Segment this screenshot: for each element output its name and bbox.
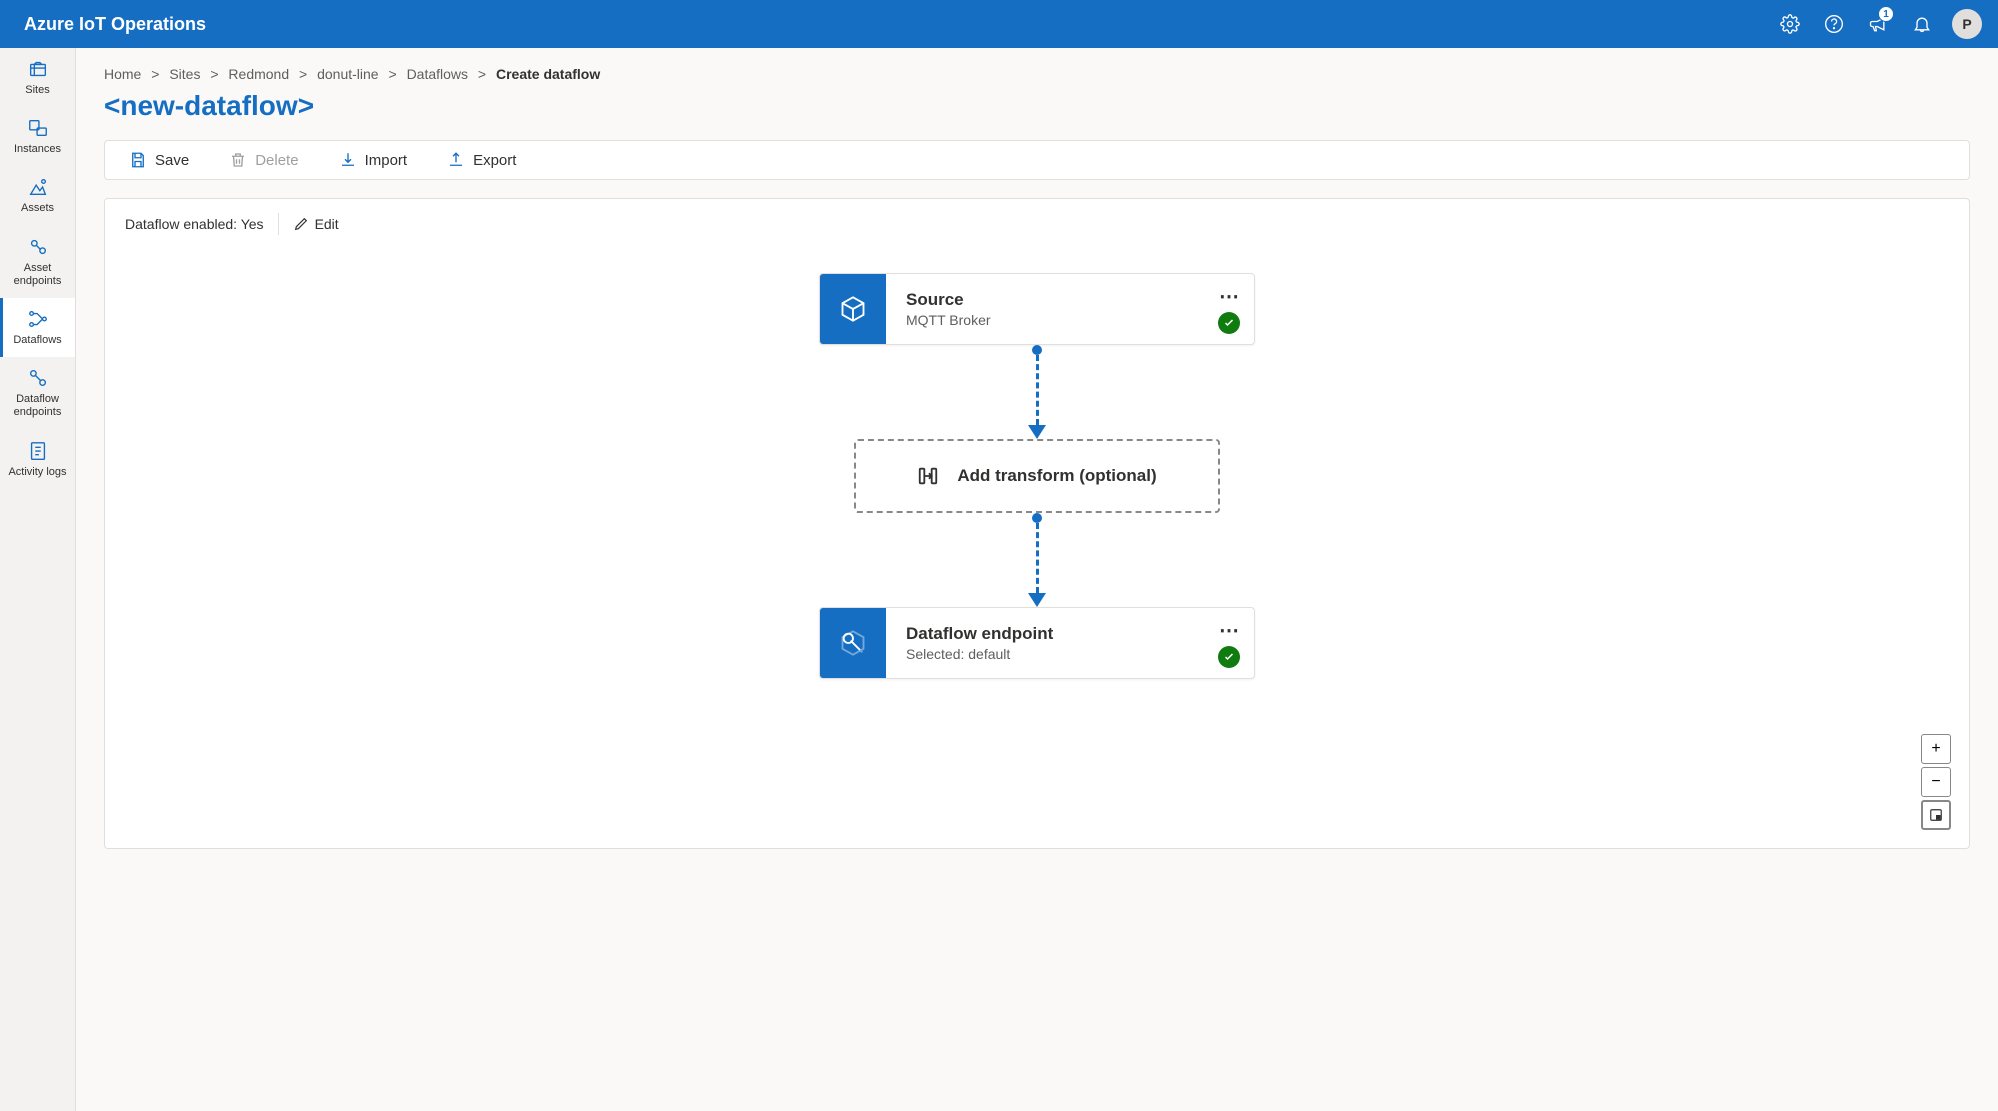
breadcrumb-sep: > [472,66,492,82]
breadcrumb-sep: > [204,66,224,82]
add-transform-button[interactable]: Add transform (optional) [854,439,1220,513]
sidebar-item-label: Dataflow endpoints [4,393,71,419]
export-button[interactable]: Export [447,151,516,169]
left-nav: Sites Instances Assets Asset endpoints D… [0,48,76,1111]
breadcrumb-item[interactable]: Dataflows [407,66,468,82]
breadcrumb-sep: > [293,66,313,82]
zoom-fit-button[interactable] [1921,800,1951,830]
export-icon [447,151,465,169]
import-label: Import [365,152,408,169]
import-icon [339,151,357,169]
gear-icon [1780,14,1800,34]
feedback-button[interactable]: 1 [1856,2,1900,46]
source-badge [820,274,886,344]
sidebar-item-label: Instances [14,143,61,156]
dataflow-canvas: Source MQTT Broker ⋯ Add transform (opti… [104,249,1970,849]
dataflows-icon [27,308,49,330]
sidebar-item-label: Dataflows [13,334,61,347]
dataflow-status-row: Dataflow enabled: Yes Edit [104,198,1970,249]
save-button[interactable]: Save [129,151,189,169]
import-button[interactable]: Import [339,151,408,169]
activity-logs-icon [27,440,49,462]
sidebar-item-label: Assets [21,202,54,215]
source-node[interactable]: Source MQTT Broker ⋯ [819,273,1255,345]
sidebar-item-dataflow-endpoints[interactable]: Dataflow endpoints [0,357,75,429]
dataflow-endpoints-icon [27,367,49,389]
export-label: Export [473,152,516,169]
edit-icon [293,216,309,232]
save-label: Save [155,152,189,169]
source-more-button[interactable]: ⋯ [1219,284,1240,309]
sidebar-item-label: Activity logs [8,466,66,479]
cube-icon [839,295,867,323]
notifications-button[interactable] [1900,2,1944,46]
zoom-in-button[interactable]: + [1921,734,1951,764]
sidebar-item-sites[interactable]: Sites [0,48,75,107]
fit-icon [1929,808,1943,822]
status-badge [1218,312,1240,334]
main-content: Home > Sites > Redmond > donut-line > Da… [76,48,1998,1111]
connector [1028,513,1046,607]
assets-icon [27,176,49,198]
endpoint-icon [839,629,867,657]
sites-icon [27,58,49,80]
breadcrumb-item[interactable]: Sites [169,66,200,82]
dataflow-enabled-label: Dataflow enabled: Yes [125,216,264,232]
sidebar-item-label: Sites [25,84,49,97]
check-icon [1223,317,1235,329]
delete-label: Delete [255,152,298,169]
divider [278,213,279,235]
sidebar-item-instances[interactable]: Instances [0,107,75,166]
page-title: <new-dataflow> [104,90,1970,122]
user-avatar[interactable]: P [1952,9,1982,39]
source-title: Source [906,290,1234,310]
edit-label: Edit [315,216,339,232]
endpoint-subtitle: Selected: default [906,646,1234,662]
sidebar-item-dataflows[interactable]: Dataflows [0,298,75,357]
notification-badge: 1 [1878,6,1894,22]
app-title: Azure IoT Operations [24,14,1768,35]
source-subtitle: MQTT Broker [906,312,1234,328]
endpoint-more-button[interactable]: ⋯ [1219,618,1240,643]
connector [1028,345,1046,439]
trash-icon [229,151,247,169]
breadcrumb-item[interactable]: Home [104,66,141,82]
endpoint-badge [820,608,886,678]
endpoint-node[interactable]: Dataflow endpoint Selected: default ⋯ [819,607,1255,679]
app-header: Azure IoT Operations 1 P [0,0,1998,48]
zoom-out-button[interactable]: − [1921,767,1951,797]
endpoint-title: Dataflow endpoint [906,624,1234,644]
check-icon [1223,651,1235,663]
zoom-controls: + − [1921,734,1951,830]
asset-endpoints-icon [27,236,49,258]
sidebar-item-assets[interactable]: Assets [0,166,75,225]
sidebar-item-activity-logs[interactable]: Activity logs [0,430,75,489]
edit-button[interactable]: Edit [293,216,339,232]
breadcrumb-item[interactable]: Redmond [228,66,289,82]
sidebar-item-asset-endpoints[interactable]: Asset endpoints [0,226,75,298]
transform-icon [917,465,939,487]
help-button[interactable] [1812,2,1856,46]
add-transform-label: Add transform (optional) [957,466,1156,486]
bell-icon [1912,14,1932,34]
breadcrumb-item[interactable]: donut-line [317,66,379,82]
breadcrumb: Home > Sites > Redmond > donut-line > Da… [104,66,1970,82]
settings-button[interactable] [1768,2,1812,46]
dataflow-enabled-value: Yes [241,216,264,232]
help-icon [1824,14,1844,34]
status-badge [1218,646,1240,668]
instances-icon [27,117,49,139]
delete-button: Delete [229,151,298,169]
action-toolbar: Save Delete Import Export [104,140,1970,180]
breadcrumb-current: Create dataflow [496,66,600,82]
breadcrumb-sep: > [382,66,402,82]
save-icon [129,151,147,169]
breadcrumb-sep: > [145,66,165,82]
sidebar-item-label: Asset endpoints [4,262,71,288]
